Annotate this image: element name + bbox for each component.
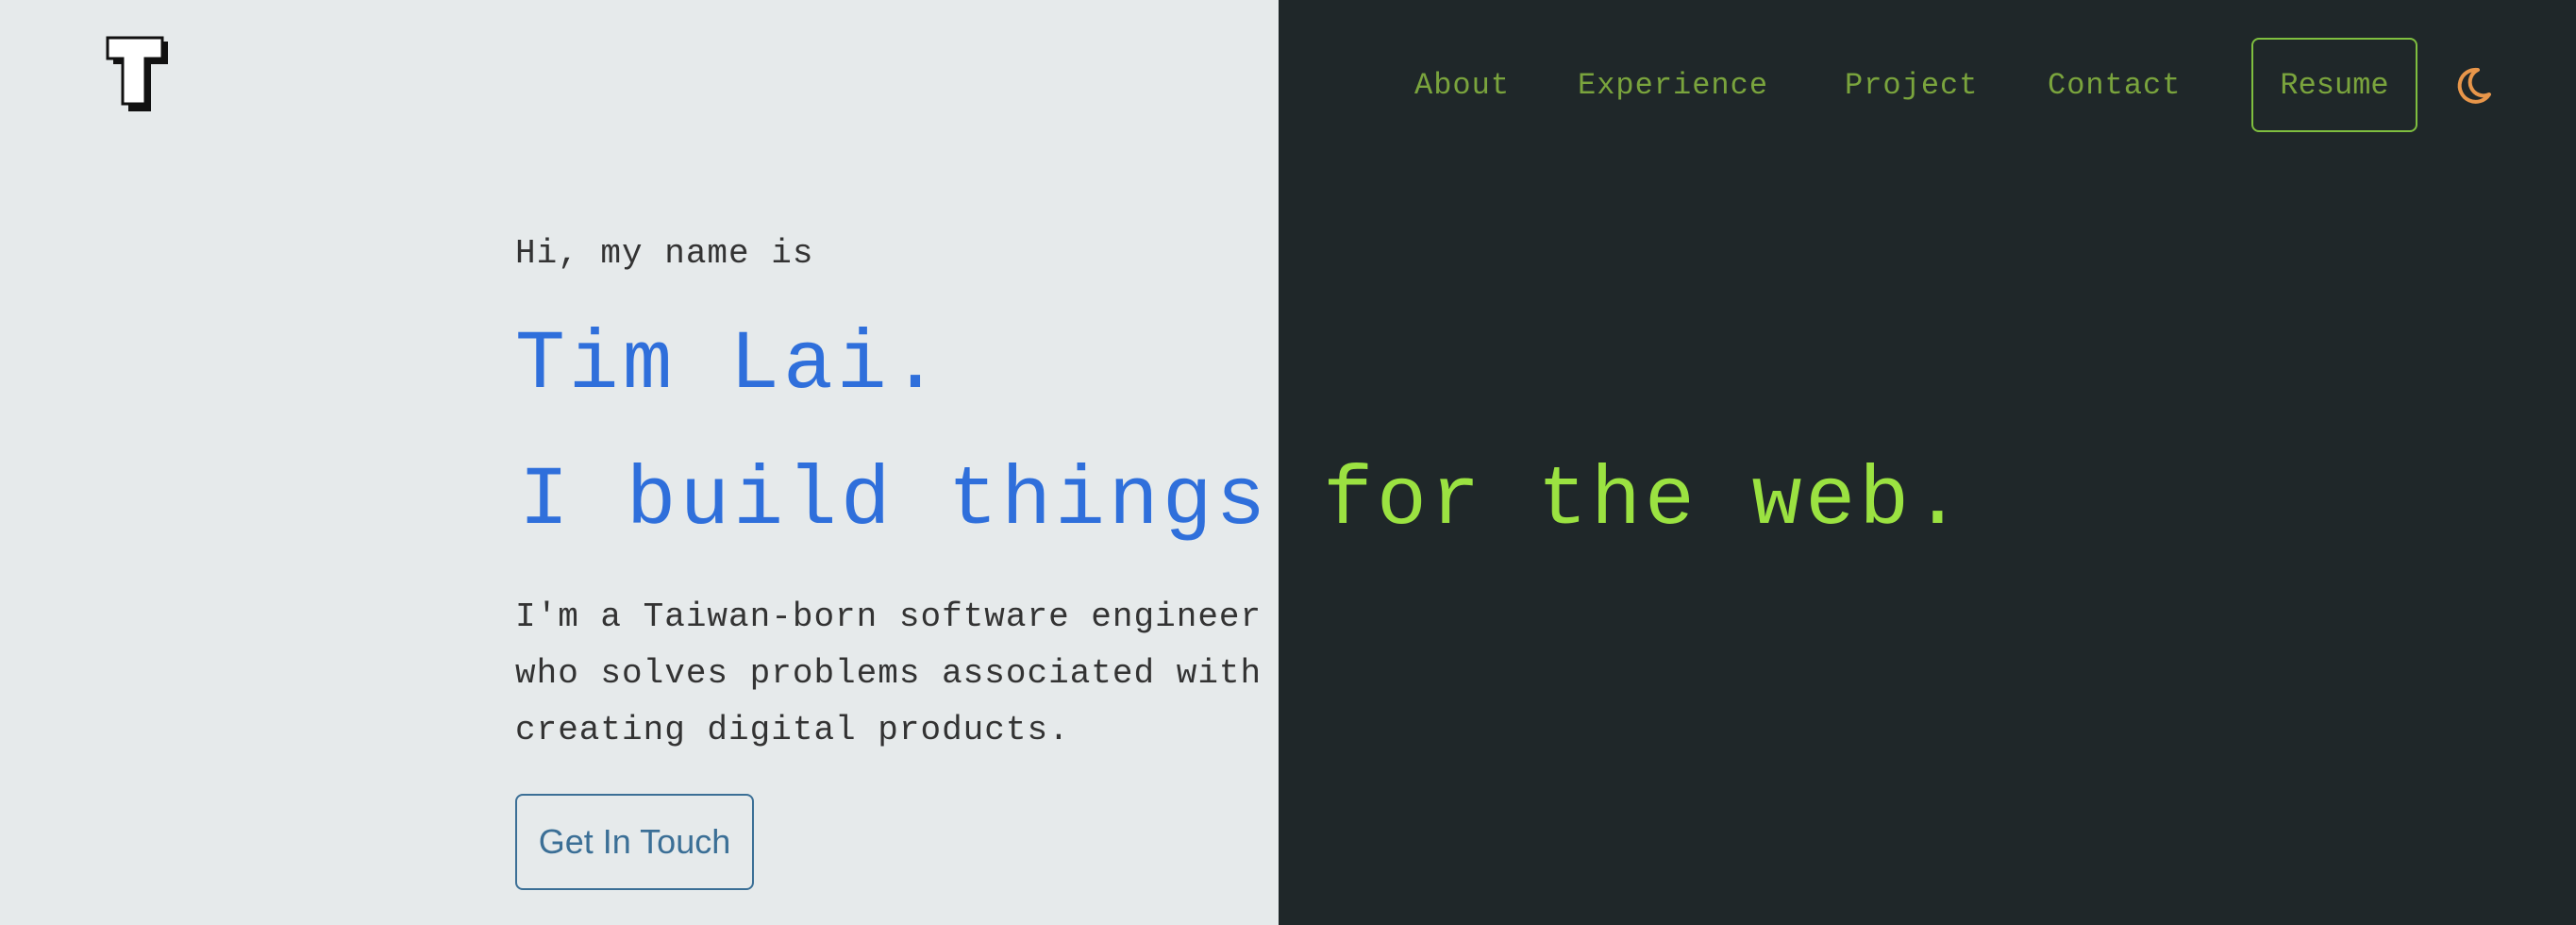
moon-icon[interactable]: [2453, 66, 2493, 106]
nav-link-contact[interactable]: Contact: [2048, 68, 2181, 103]
nav-link-experience[interactable]: Experience: [1578, 68, 1768, 103]
resume-button[interactable]: Resume: [2251, 38, 2417, 132]
get-in-touch-button[interactable]: Get In Touch: [515, 794, 754, 890]
description-line: I'm a Taiwan-born software engineer: [515, 597, 1263, 636]
hero-name: Tim Lai.: [515, 319, 945, 412]
description-line: creating digital products.: [515, 711, 1070, 749]
t-logo-icon[interactable]: [106, 36, 172, 113]
description-line: who solves problems associated with: [515, 654, 1263, 693]
nav-link-about[interactable]: About: [1414, 68, 1510, 103]
greeting-text: Hi, my name is: [515, 234, 814, 273]
nav-link-project[interactable]: Project: [1845, 68, 1978, 103]
description-light-side: I'm a Taiwan-born software engineer who …: [515, 589, 1262, 759]
